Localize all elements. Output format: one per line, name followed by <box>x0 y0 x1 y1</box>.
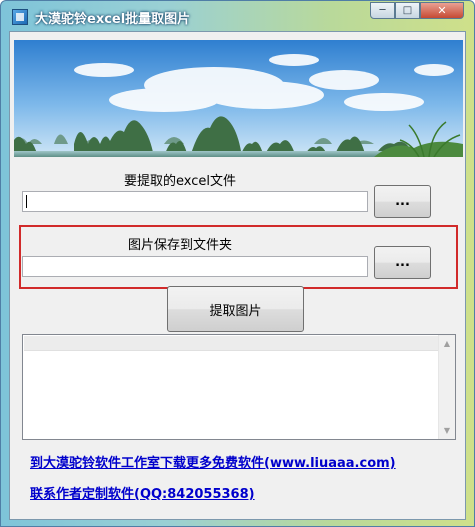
browse-excel-button[interactable]: ... <box>374 185 431 218</box>
scroll-up-arrow-icon[interactable]: ▲ <box>439 335 455 352</box>
maximize-button[interactable]: □ <box>395 2 420 19</box>
save-folder-path-input[interactable] <box>22 256 368 277</box>
minimize-button[interactable]: ─ <box>370 2 395 19</box>
scroll-down-arrow-icon[interactable]: ▼ <box>439 422 455 439</box>
title-bar[interactable]: 大漠驼铃excel批量取图片 ─ □ ✕ <box>1 1 474 31</box>
browse-folder-button[interactable]: ... <box>374 246 431 279</box>
download-software-link[interactable]: 到大漠驼铃软件工作室下载更多免费软件(www.liuaaa.com) <box>30 452 396 471</box>
save-folder-label: 图片保存到文件夹 <box>128 238 233 253</box>
excel-file-label: 要提取的excel文件 <box>124 174 236 189</box>
extract-images-button[interactable]: 提取图片 <box>167 286 304 332</box>
results-listbox[interactable]: ▲ ▼ <box>22 334 456 440</box>
window-title: 大漠驼铃excel批量取图片 <box>35 12 191 27</box>
client-area: 要提取的excel文件 ... 图片保存到文件夹 ... 提取图片 ▲ ▼ 到大… <box>9 31 466 520</box>
contact-author-link[interactable]: 联系作者定制软件(QQ:842055368) <box>30 483 255 502</box>
app-icon <box>12 9 28 25</box>
vertical-scrollbar[interactable]: ▲ ▼ <box>438 335 455 439</box>
landscape-banner <box>14 40 463 157</box>
excel-file-path-input[interactable] <box>22 191 368 212</box>
app-window: 大漠驼铃excel批量取图片 ─ □ ✕ 要提取的excel文件 ... 图片保… <box>0 0 475 527</box>
list-first-row <box>24 336 438 351</box>
banner-image <box>14 40 463 157</box>
text-caret <box>26 195 27 208</box>
close-button[interactable]: ✕ <box>420 2 464 19</box>
